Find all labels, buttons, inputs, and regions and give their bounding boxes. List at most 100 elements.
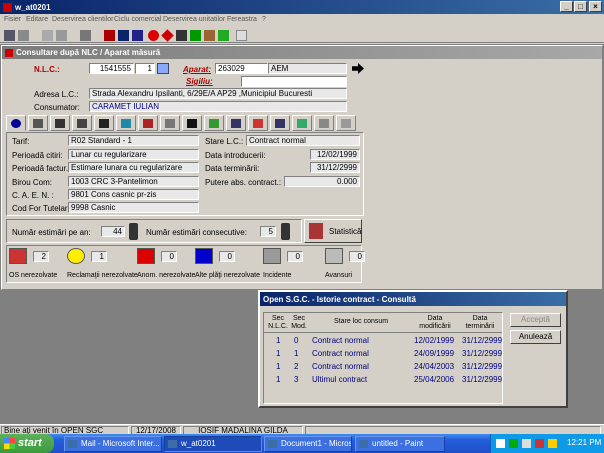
cancel-icon [253, 119, 263, 128]
green-icon[interactable] [218, 30, 229, 41]
forward-icon[interactable] [118, 30, 129, 41]
tab-money[interactable] [182, 115, 202, 131]
anomaly-icon[interactable] [137, 248, 155, 264]
consultare-window: Consultare după NLC / Aparat măsură N.L.… [1, 45, 603, 290]
tab-payments[interactable] [72, 115, 92, 131]
istorie-titlebar[interactable]: Open S.G.C. - Istorie contract - Consult… [260, 292, 566, 306]
anuleaza-button[interactable]: Anulează [510, 330, 561, 344]
perioada-factur-label: Perioadă factur.: [12, 164, 71, 173]
menu-deservirea-clientilor[interactable]: Deservirea clientilor [52, 16, 113, 23]
aparat-input[interactable]: 263029 [215, 63, 268, 74]
estimari-pe-an-value: 44 [101, 226, 125, 237]
aparat-label: Aparat: [183, 65, 212, 74]
task-w-at0201[interactable]: w_at0201 [164, 436, 262, 452]
table-row[interactable]: 1 1 Contract normal 24/09/1999 31/12/2999 [264, 348, 502, 360]
menu-editare[interactable]: Editare [26, 16, 48, 23]
cut-icon[interactable] [42, 30, 53, 41]
advance-icon[interactable] [325, 248, 343, 264]
tab-calendar[interactable] [226, 115, 246, 131]
mail-icon[interactable] [236, 30, 247, 41]
main-window: w_at0201 _ □ × Fisier Editare Deservirea… [0, 0, 604, 436]
toolbar [0, 27, 604, 43]
tray-icon-2[interactable] [509, 439, 518, 448]
red-circle-icon[interactable] [148, 30, 159, 41]
tab-general[interactable] [6, 115, 26, 131]
table-row[interactable]: 1 2 Contract normal 24/04/2003 31/12/2999 [264, 361, 502, 373]
tarif-value: R02 Standard - 1 [68, 135, 199, 146]
menu-help[interactable]: ? [262, 16, 266, 23]
tab-docs[interactable] [116, 115, 136, 131]
red-diamond-icon[interactable] [161, 29, 174, 42]
nlc-suffix-input[interactable]: 1 [135, 63, 155, 74]
grid-icon[interactable] [18, 30, 29, 41]
tab-edit[interactable] [314, 115, 334, 131]
stop-icon[interactable] [176, 30, 187, 41]
consultare-titlebar[interactable]: Consultare după NLC / Aparat măsură [2, 46, 602, 59]
accepta-button[interactable]: Acceptă [510, 313, 561, 327]
arrow-right-icon[interactable] [352, 63, 364, 74]
people-icon [55, 119, 65, 128]
incident-icon[interactable] [263, 248, 281, 264]
tray-icon-1[interactable] [496, 439, 505, 448]
tab-dollar[interactable] [204, 115, 224, 131]
house-icon [143, 119, 153, 128]
payment-icon[interactable] [195, 248, 213, 264]
tray-icon-3[interactable] [522, 439, 531, 448]
tab-grid[interactable] [292, 115, 312, 131]
menu-ciclu-comercial[interactable]: Ciclu comercial [114, 16, 161, 23]
cell-sec-nlc: 1 [276, 375, 281, 384]
search-icon[interactable] [157, 63, 169, 74]
table-row[interactable]: 1 0 Contract normal 12/02/1999 31/12/2999 [264, 335, 502, 347]
istorie-grid: Sec N.L.C. Sec Mod. Stare loc consum Dat… [263, 312, 503, 404]
counters-panel: 2 OS nerezolvate 1 Reclamaţii nerezolvate 0 A… [6, 245, 365, 283]
main-titlebar[interactable]: w_at0201 _ □ × [0, 0, 604, 14]
tray-icon-5[interactable] [548, 439, 557, 448]
tab-settings[interactable] [160, 115, 180, 131]
consultare-icon [5, 48, 13, 57]
system-tray: 12:21 PM [490, 434, 604, 453]
tray-icon-4[interactable] [535, 439, 544, 448]
start-button[interactable]: start [0, 434, 54, 453]
copy-icon[interactable] [56, 30, 67, 41]
tab-meter[interactable] [94, 115, 114, 131]
tab-report[interactable] [336, 115, 356, 131]
maximize-button[interactable]: □ [574, 1, 587, 12]
counter-label: Anom. nerezolvate [137, 272, 196, 279]
refresh-icon[interactable] [190, 30, 201, 41]
menu-fisier[interactable]: Fisier [4, 16, 21, 23]
write-icon[interactable] [204, 30, 215, 41]
print-icon[interactable] [4, 30, 15, 41]
cell-sec-nlc: 1 [276, 349, 281, 358]
cell-sec-nlc: 1 [276, 336, 281, 345]
tab-house[interactable] [138, 115, 158, 131]
consumator-label: Consumator: [34, 103, 80, 112]
help-icon[interactable] [132, 30, 143, 41]
menu-fereastra[interactable]: Fereastra [227, 16, 257, 23]
minimize-button[interactable]: _ [560, 1, 573, 12]
close-button[interactable]: × [589, 1, 602, 12]
cell-data-term: 31/12/2999 [462, 375, 503, 384]
tab-cancel[interactable] [248, 115, 268, 131]
statistica-button[interactable]: Statistică [304, 219, 362, 243]
cell-data-term: 31/12/2999 [462, 362, 503, 371]
tab-book[interactable] [270, 115, 290, 131]
col-data-mod: Data modificării [419, 315, 451, 330]
sigiliu-input[interactable] [241, 76, 347, 87]
tab-people[interactable] [50, 115, 70, 131]
prev-icon[interactable] [104, 30, 115, 41]
cell-stare: Contract normal [312, 362, 369, 371]
task-document1[interactable]: Document1 - Microsof... [264, 436, 352, 452]
tab-clients[interactable] [28, 115, 48, 131]
task-mail[interactable]: Mail - Microsoft Inter... [64, 436, 162, 452]
smiley-icon[interactable] [67, 248, 85, 264]
counter-value: 0 [349, 251, 365, 262]
paste-icon[interactable] [80, 30, 91, 41]
statistica-icon [309, 223, 323, 239]
table-row[interactable]: 1 3 Ultimul contract 25/04/2006 31/12/2999 [264, 374, 502, 386]
cod-tutelar-value: 9998 Casnic [68, 202, 199, 213]
task-paint[interactable]: untitled - Paint [355, 436, 445, 452]
nlc-input[interactable]: 1541555 [89, 63, 134, 74]
menu-deservirea-unitatilor[interactable]: Deservirea unitatilor [163, 16, 225, 23]
cell-data-mod: 12/02/1999 [414, 336, 455, 345]
os-icon[interactable] [9, 248, 27, 264]
